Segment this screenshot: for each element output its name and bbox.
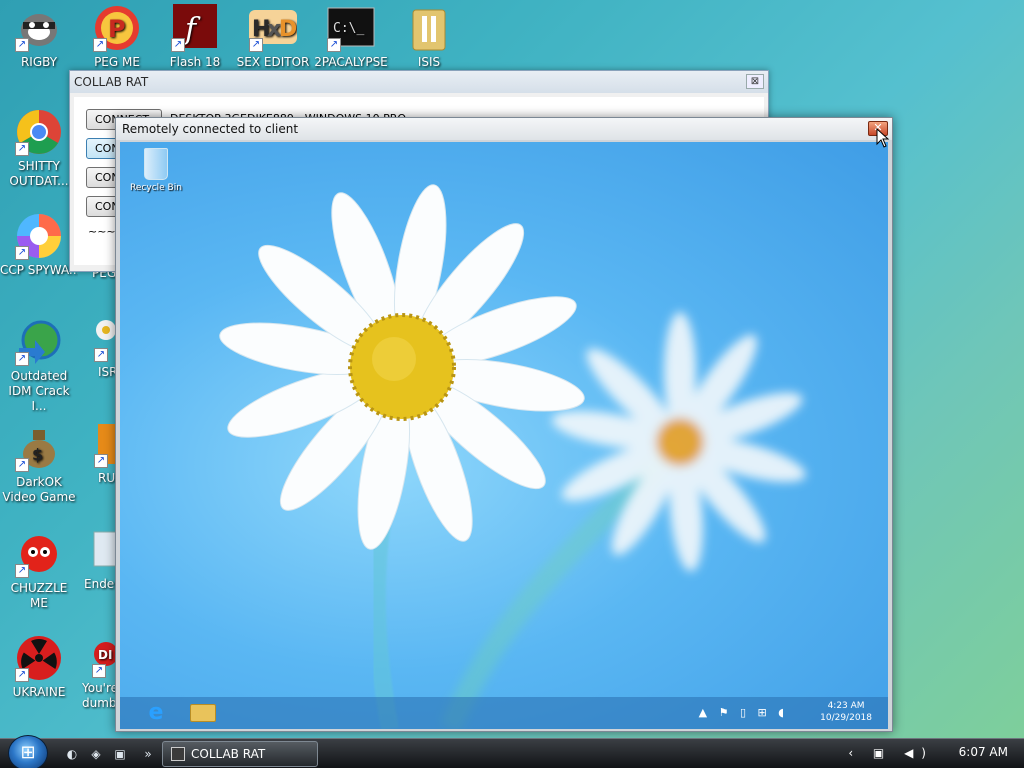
terminal-icon: C:\_ ↗	[327, 4, 375, 52]
recycle-bin[interactable]: Recycle Bin	[128, 148, 184, 193]
desktop-icon-label: CCP SPYWA...	[0, 263, 78, 277]
hex-editor-icon: HxD ↗	[249, 4, 297, 52]
shortcut-arrow-icon: ↗	[93, 38, 107, 52]
svg-text:$: $	[32, 445, 43, 464]
quicklaunch-icon[interactable]: ▣	[112, 746, 128, 762]
desktop-icon-label: UKRAINE	[12, 685, 66, 699]
desktop-icon-chuzzle[interactable]: ↗ CHUZZLE ME	[0, 530, 78, 611]
chrome-icon: ↗	[15, 108, 63, 156]
remote-taskbar: e ▲ ⚑ ▯ ⊞ ◖ 4:23 AM 10/29/2018	[120, 697, 888, 729]
window-icon	[92, 530, 117, 574]
desktop-icon-ukraine[interactable]: ↗ UKRAINE	[0, 634, 78, 700]
desktop-icon-ccp-spyware[interactable]: ↗ CCP SPYWA...	[0, 212, 78, 278]
desktop-icon-label: SEX EDITOR	[236, 55, 310, 69]
window-title: Remotely connected to client	[122, 122, 299, 136]
svg-text:D: D	[279, 17, 297, 42]
desktop-icon-label: ISR	[98, 365, 116, 379]
desktop-icon-youre-dumb[interactable]: DI ↗ You're dumb	[78, 634, 118, 711]
chevron-right-icon[interactable]: »	[140, 746, 156, 762]
desktop-icon-label: Ender	[84, 577, 116, 591]
shortcut-arrow-icon: ↗	[327, 38, 341, 52]
taskbar-clock[interactable]: 6:07 AM	[959, 745, 1008, 759]
desktop-icon-label: RUS	[98, 471, 116, 485]
desktop-icon-label: SHITTY OUTDAT...	[9, 159, 69, 188]
raccoon-icon: ↗	[15, 4, 63, 52]
desktop-icon-flash[interactable]: f ↗ Flash 18	[156, 4, 234, 70]
desktop-icon-idm[interactable]: ↗ Outdated IDM Crack I...	[0, 318, 78, 414]
remote-date: 10/29/2018	[820, 713, 872, 723]
desktop-icon-isis[interactable]: ISIS	[390, 4, 468, 70]
internet-explorer-icon[interactable]: e	[144, 701, 168, 725]
shortcut-arrow-icon: ↗	[94, 348, 108, 362]
svg-text:P: P	[108, 15, 126, 43]
remote-time: 4:23 AM	[827, 701, 865, 711]
desktop-icon-label: You're dumb	[82, 681, 118, 710]
mouse-cursor-icon	[876, 128, 890, 148]
flash-icon: f ↗	[171, 4, 219, 52]
globe-download-icon: ↗	[15, 318, 63, 366]
app-icon	[171, 747, 185, 761]
desktop-icon-rus[interactable]: ↗ RUS	[78, 424, 118, 486]
p-logo-icon: P ↗	[93, 4, 141, 52]
shortcut-arrow-icon: ↗	[15, 38, 29, 52]
radiation-icon: ↗	[15, 634, 63, 682]
shortcut-arrow-icon: ↗	[94, 454, 108, 468]
taskbar-button-collab-rat[interactable]: COLLAB RAT	[162, 741, 318, 767]
recycle-bin-label: Recycle Bin	[130, 183, 182, 193]
desktop-icon-label: Outdated IDM Crack I...	[8, 369, 70, 413]
daisy-wallpaper	[219, 184, 806, 729]
quicklaunch-icon[interactable]: ◐	[64, 746, 80, 762]
shortcut-arrow-icon: ↗	[15, 564, 29, 578]
remote-tray-icons[interactable]: ▲ ⚑ ▯ ⊞ ◖	[699, 706, 788, 719]
desktop-icon-label: 2PACALYPSE	[314, 55, 388, 69]
shortcut-arrow-icon: ↗	[15, 458, 29, 472]
desktop-icon-2pacalypse[interactable]: C:\_ ↗ 2PACALYPSE	[312, 4, 390, 70]
desktop-icon-label: ISIS	[417, 55, 441, 69]
window-titlebar[interactable]: COLLAB RAT	[70, 71, 768, 93]
desktop-icon-label: RIGBY	[20, 55, 58, 69]
desktop-icon-label: CHUZZLE ME	[10, 581, 68, 610]
desktop-icon-peg-me[interactable]: P ↗ PEG ME	[78, 4, 156, 70]
desktop-icon-isr[interactable]: ↗ ISR	[78, 318, 116, 380]
system-tray-icons[interactable]: ‹ ▣ ◀)	[848, 746, 934, 760]
svg-text:C:\_: C:\_	[333, 21, 364, 36]
desktop-icon-sex-editor[interactable]: HxD ↗ SEX EDITOR	[234, 4, 312, 70]
start-button[interactable]: ⊞	[8, 735, 48, 768]
desktop-icon-chrome[interactable]: ↗ SHITTY OUTDAT...	[0, 108, 78, 189]
window-title: COLLAB RAT	[74, 75, 149, 89]
desktop-icon-rigby[interactable]: ↗ RIGBY	[0, 4, 78, 70]
recycle-bin-icon	[144, 148, 168, 180]
shortcut-arrow-icon: ↗	[15, 668, 29, 682]
close-button[interactable]: ⊠	[746, 74, 764, 89]
shortcut-arrow-icon: ↗	[15, 246, 29, 260]
desktop-icon-ender[interactable]: Ender	[78, 530, 117, 592]
remote-screen[interactable]: Recycle Bin e ▲ ⚑ ▯ ⊞ ◖ 4:23 AM 10/29/20…	[120, 142, 888, 729]
red-badge-icon: DI ↗	[92, 634, 118, 678]
money-bag-icon: $ ↗	[15, 424, 63, 472]
desktop-icon-darkok[interactable]: $ ↗ DarkOK Video Game	[0, 424, 78, 505]
shortcut-arrow-icon: ↗	[92, 664, 106, 678]
desktop-icon-label: DarkOK Video Game	[2, 475, 76, 504]
shortcut-arrow-icon: ↗	[171, 38, 185, 52]
remote-desktop-window[interactable]: Remotely connected to client ✕ Recycle B…	[115, 117, 893, 732]
file-explorer-icon[interactable]	[190, 704, 216, 722]
taskbar: ⊞ ◐ ◈ ▣ » COLLAB RAT ‹ ▣ ◀) 6:07 AM	[0, 735, 1024, 768]
shortcut-arrow-icon: ↗	[15, 352, 29, 366]
shortcut-arrow-icon: ↗	[15, 142, 29, 156]
chuzzle-icon: ↗	[15, 530, 63, 578]
desktop-icon-label: PEG ME	[94, 55, 140, 69]
svg-text:DI: DI	[98, 648, 112, 662]
window-titlebar[interactable]: Remotely connected to client	[116, 118, 892, 140]
folder-icon	[405, 4, 453, 52]
remote-clock[interactable]: 4:23 AM 10/29/2018	[820, 700, 872, 724]
desktop-icon-label: Flash 18	[169, 55, 221, 69]
quicklaunch-icon[interactable]: ◈	[88, 746, 104, 762]
pinwheel-icon: ↗	[15, 212, 63, 260]
taskbar-button-label: COLLAB RAT	[191, 747, 266, 761]
shortcut-arrow-icon: ↗	[249, 38, 263, 52]
